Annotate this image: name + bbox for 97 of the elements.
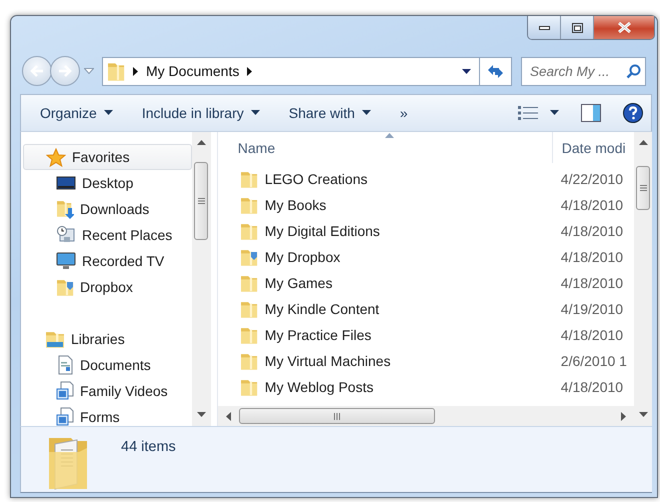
file-name-cell[interactable]: My Kindle Content xyxy=(218,300,544,318)
breadcrumb-item[interactable]: My Documents xyxy=(146,63,240,80)
downloads-folder-icon xyxy=(56,199,74,219)
details-view-icon xyxy=(518,106,538,120)
date-cell-text: 4/18/2010 xyxy=(560,379,624,395)
search-box[interactable]: Search My ... xyxy=(521,56,646,86)
date-cell-text: 4/19/2010 xyxy=(560,301,624,317)
navigation-item[interactable]: Desktop xyxy=(21,170,192,196)
recent-places-icon xyxy=(56,225,76,245)
file-name-cell[interactable]: My Virtual Machines xyxy=(218,352,544,370)
menu-button[interactable]: Share with xyxy=(280,100,380,125)
grip-icon xyxy=(334,412,340,420)
more-button[interactable]: » xyxy=(390,100,417,125)
date-cell-text: 4/18/2010 xyxy=(560,327,624,343)
horizontal-scrollbar[interactable] xyxy=(218,406,634,426)
grip-icon xyxy=(640,185,647,191)
date-cell-text: 4/18/2010 xyxy=(560,275,624,291)
recent-pages-dropdown-icon[interactable] xyxy=(84,68,94,74)
file-name-cell[interactable]: My Games xyxy=(218,274,544,292)
caret-icon xyxy=(362,110,371,116)
preview-pane-icon[interactable] xyxy=(581,104,601,122)
maximize-button[interactable] xyxy=(561,16,594,39)
favorites-group-header[interactable]: Favorites xyxy=(23,144,192,170)
navigation-item[interactable]: Family Videos xyxy=(21,378,192,404)
search-field[interactable]: Search My ... xyxy=(530,64,620,79)
folder-icon xyxy=(240,274,258,292)
navigation-item[interactable]: Downloads xyxy=(21,196,192,222)
breadcrumb-arrow-icon[interactable] xyxy=(133,66,138,76)
folder-icon xyxy=(240,352,258,370)
navigation-item[interactable]: Recent Places xyxy=(21,222,192,248)
item-count: 44 items xyxy=(121,439,176,457)
library-folder-icon xyxy=(45,330,65,348)
scroll-down-icon xyxy=(196,412,206,418)
caret-icon xyxy=(250,110,260,116)
navigation-item[interactable]: Dropbox xyxy=(21,274,192,300)
file-name-cell[interactable]: My Practice Files xyxy=(218,326,544,344)
date-cell-text: 4/18/2010 xyxy=(560,223,624,239)
date-cell-text: 2/6/2010 1 xyxy=(560,353,627,369)
caret-icon xyxy=(104,110,113,116)
folder-icon xyxy=(240,378,258,396)
folder-icon xyxy=(240,326,258,344)
date-cell-text: 4/18/2010 xyxy=(560,249,624,265)
minimize-button[interactable] xyxy=(528,16,561,39)
desktop-icon xyxy=(56,175,76,191)
folder-icon xyxy=(240,196,258,214)
libraries-group-header[interactable]: Libraries xyxy=(23,326,192,352)
column-header[interactable]: Date modi xyxy=(552,132,634,163)
vertical-scrollbar[interactable] xyxy=(634,132,652,426)
menu-button[interactable]: Organize xyxy=(31,100,122,125)
folder-icon xyxy=(240,170,258,188)
back-button[interactable] xyxy=(22,56,52,86)
scroll-thumb[interactable] xyxy=(636,166,650,210)
monitor-icon xyxy=(56,252,76,270)
video-document-icon xyxy=(56,381,74,401)
scroll-left-icon xyxy=(226,412,231,420)
folder-icon xyxy=(240,300,258,318)
scroll-up-icon xyxy=(638,140,648,146)
star-icon xyxy=(46,148,66,166)
file-name-cell[interactable]: My Weblog Posts xyxy=(218,378,544,396)
folder-icon xyxy=(107,61,125,82)
search-icon xyxy=(626,64,641,79)
folder-icon xyxy=(56,278,74,296)
date-cell-text: 4/18/2010 xyxy=(560,197,624,213)
grip-icon xyxy=(198,198,205,204)
file-name-cell[interactable]: My Digital Editions xyxy=(218,222,544,240)
forward-arrow-icon xyxy=(58,65,72,78)
maximize-icon xyxy=(572,22,582,32)
folder-icon xyxy=(240,222,258,240)
caret-icon xyxy=(550,110,559,116)
minimize-icon xyxy=(538,24,550,30)
navigation-item[interactable]: Documents xyxy=(21,352,192,378)
file-name-cell[interactable]: My Dropbox xyxy=(218,248,544,266)
forward-button[interactable] xyxy=(50,56,80,86)
close-button[interactable] xyxy=(594,16,654,39)
navigation-item[interactable]: Forms xyxy=(21,404,192,426)
vertical-scrollbar[interactable] xyxy=(192,132,211,426)
date-cell-text: 4/22/2010 xyxy=(560,171,624,187)
scroll-down-icon xyxy=(638,412,648,418)
column-header[interactable]: Name xyxy=(218,132,553,163)
file-name-cell[interactable]: LEGO Creations xyxy=(218,170,544,188)
navigation-item[interactable]: Recorded TV xyxy=(21,248,192,274)
dropdown-arrow-icon[interactable] xyxy=(462,68,471,74)
scroll-up-icon xyxy=(196,140,206,146)
breadcrumb-arrow-icon[interactable] xyxy=(247,66,252,76)
back-arrow-icon xyxy=(30,65,44,78)
help-icon[interactable] xyxy=(623,102,643,123)
scroll-thumb[interactable] xyxy=(238,408,435,424)
scroll-thumb[interactable] xyxy=(194,162,208,240)
menu-button[interactable]: Include in library xyxy=(132,100,269,125)
document-icon xyxy=(56,355,74,375)
file-name-cell[interactable]: My Books xyxy=(218,196,544,214)
refresh-button[interactable] xyxy=(480,56,512,86)
close-icon xyxy=(618,22,630,33)
address-bar[interactable]: My Documents xyxy=(102,56,480,86)
scroll-right-icon xyxy=(621,412,626,420)
refresh-icon xyxy=(487,64,504,79)
folder-icon xyxy=(240,248,258,266)
